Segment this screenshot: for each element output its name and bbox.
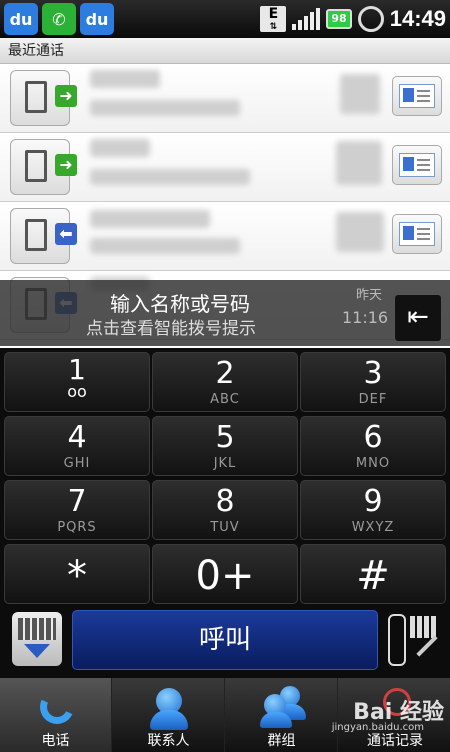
sim-card-icon	[25, 150, 47, 182]
smart-dial-hint-link[interactable]: 点击查看智能拨号提示	[86, 314, 256, 339]
key-digit: 6	[363, 420, 383, 455]
keypad-icon	[18, 618, 56, 640]
key-8[interactable]: 8 TUV	[152, 480, 298, 540]
sim-card-icon	[25, 219, 47, 251]
tab-label: 电话	[41, 733, 70, 749]
key-letters: DEF	[358, 392, 388, 407]
key-digit: 5	[215, 420, 235, 455]
key-hash[interactable]: #	[300, 544, 446, 604]
key-digit: 7	[67, 484, 87, 519]
e-data-icon: E ⇅	[260, 6, 287, 32]
key-3[interactable]: 3 DEF	[300, 352, 446, 412]
tab-label: 通话记录	[367, 733, 423, 749]
phone-outline-icon	[388, 614, 406, 666]
call-date: 昨天	[356, 288, 383, 303]
contact-name-blurred	[90, 210, 210, 228]
key-digit: 2	[215, 356, 235, 391]
status-bar: du ✆ du E ⇅ 98 14:49	[0, 0, 450, 38]
call-type-button[interactable]: ➜	[10, 70, 77, 126]
contact-card-button[interactable]	[392, 214, 442, 254]
key-6[interactable]: 6 MNO	[300, 416, 446, 476]
incoming-arrow-icon: ⬅	[55, 223, 77, 245]
key-digit: *	[67, 553, 87, 599]
battery-icon: 98	[326, 9, 352, 29]
key-9[interactable]: 9 WXYZ	[300, 480, 446, 540]
recent-calls-header: 最近通话	[0, 38, 450, 64]
group-icon	[260, 686, 306, 728]
key-letters: ABC	[210, 392, 240, 407]
outgoing-arrow-icon: ➜	[55, 85, 77, 107]
hide-keypad-button[interactable]	[12, 612, 62, 666]
key-letters: PQRS	[57, 520, 97, 535]
dial-keypad: 1 oo 2 ABC 3 DEF 4 GHI 5 JKL 6 MNO 7 PQR…	[0, 348, 450, 606]
key-5[interactable]: 5 JKL	[152, 416, 298, 476]
contact-card-icon	[399, 222, 435, 246]
key-letters: JKL	[213, 456, 237, 471]
wechat-app-icon[interactable]: ✆	[42, 3, 76, 35]
contact-number-blurred	[90, 100, 240, 116]
contact-card-button[interactable]	[392, 145, 442, 185]
key-0[interactable]: 0+	[152, 544, 298, 604]
call-time-blurred	[336, 212, 384, 252]
voicemail-icon: oo	[67, 382, 87, 401]
call-button[interactable]: 呼叫	[72, 610, 378, 670]
chevron-down-icon	[24, 644, 50, 658]
tab-groups[interactable]: 群组	[226, 678, 338, 752]
backspace-icon: ⇤	[407, 302, 429, 332]
number-input-area[interactable]: 输入名称或号码 点击查看智能拨号提示 昨天 11:16 ⇤	[0, 280, 450, 346]
list-item[interactable]: ➜	[0, 133, 450, 202]
key-letters: GHI	[63, 456, 91, 471]
backspace-button[interactable]: ⇤	[394, 294, 442, 342]
input-placeholder: 输入名称或号码	[110, 292, 250, 316]
contact-icon	[149, 686, 189, 730]
contact-name-blurred	[90, 139, 150, 157]
tab-label: 联系人	[147, 733, 190, 749]
key-digit: 1	[68, 353, 86, 386]
outgoing-arrow-icon: ➜	[55, 154, 77, 176]
contact-card-icon	[399, 84, 435, 108]
call-type-button[interactable]: ➜	[10, 139, 77, 195]
contact-card-icon	[399, 153, 435, 177]
key-letters: TUV	[210, 520, 240, 535]
contact-name-blurred	[90, 70, 160, 88]
key-digit: 9	[363, 484, 383, 519]
baidu-app-icon[interactable]: du	[4, 3, 38, 35]
tab-contacts[interactable]: 联系人	[113, 678, 225, 752]
contact-number-blurred	[90, 169, 250, 185]
call-time-blurred	[340, 74, 380, 114]
key-digit: 4	[67, 420, 87, 455]
list-item[interactable]: ➜	[0, 64, 450, 133]
key-star[interactable]: *	[4, 544, 150, 604]
phone-icon	[35, 685, 79, 729]
key-4[interactable]: 4 GHI	[4, 416, 150, 476]
contact-number-blurred	[90, 238, 240, 254]
signal-icon	[292, 8, 321, 30]
list-item[interactable]: ⬅	[0, 202, 450, 271]
watermark-url: jingyan.baidu.com	[331, 722, 424, 733]
key-1[interactable]: 1 oo	[4, 352, 150, 412]
key-letters: MNO	[355, 456, 391, 471]
pen-icon	[416, 635, 438, 657]
dial-action-bar: 呼叫	[0, 606, 450, 678]
call-time: 11:16	[342, 308, 389, 327]
key-letters: WXYZ	[351, 520, 395, 535]
key-digit: 8	[215, 484, 235, 519]
tab-phone[interactable]: 电话	[0, 678, 112, 752]
baidu-app-icon[interactable]: du	[80, 3, 114, 35]
tab-label: 群组	[267, 733, 296, 749]
key-7[interactable]: 7 PQRS	[4, 480, 150, 540]
call-time-blurred	[336, 141, 382, 185]
contact-card-button[interactable]	[392, 76, 442, 116]
sim-card-icon	[25, 81, 47, 113]
status-time: 14:49	[389, 6, 446, 31]
edit-number-button[interactable]	[388, 610, 442, 668]
alarm-icon	[357, 6, 384, 32]
key-digit: 3	[363, 356, 383, 391]
call-type-button[interactable]: ⬅	[10, 208, 77, 264]
key-2[interactable]: 2 ABC	[152, 352, 298, 412]
key-digit: #	[356, 553, 390, 599]
key-digit: 0+	[195, 553, 255, 599]
